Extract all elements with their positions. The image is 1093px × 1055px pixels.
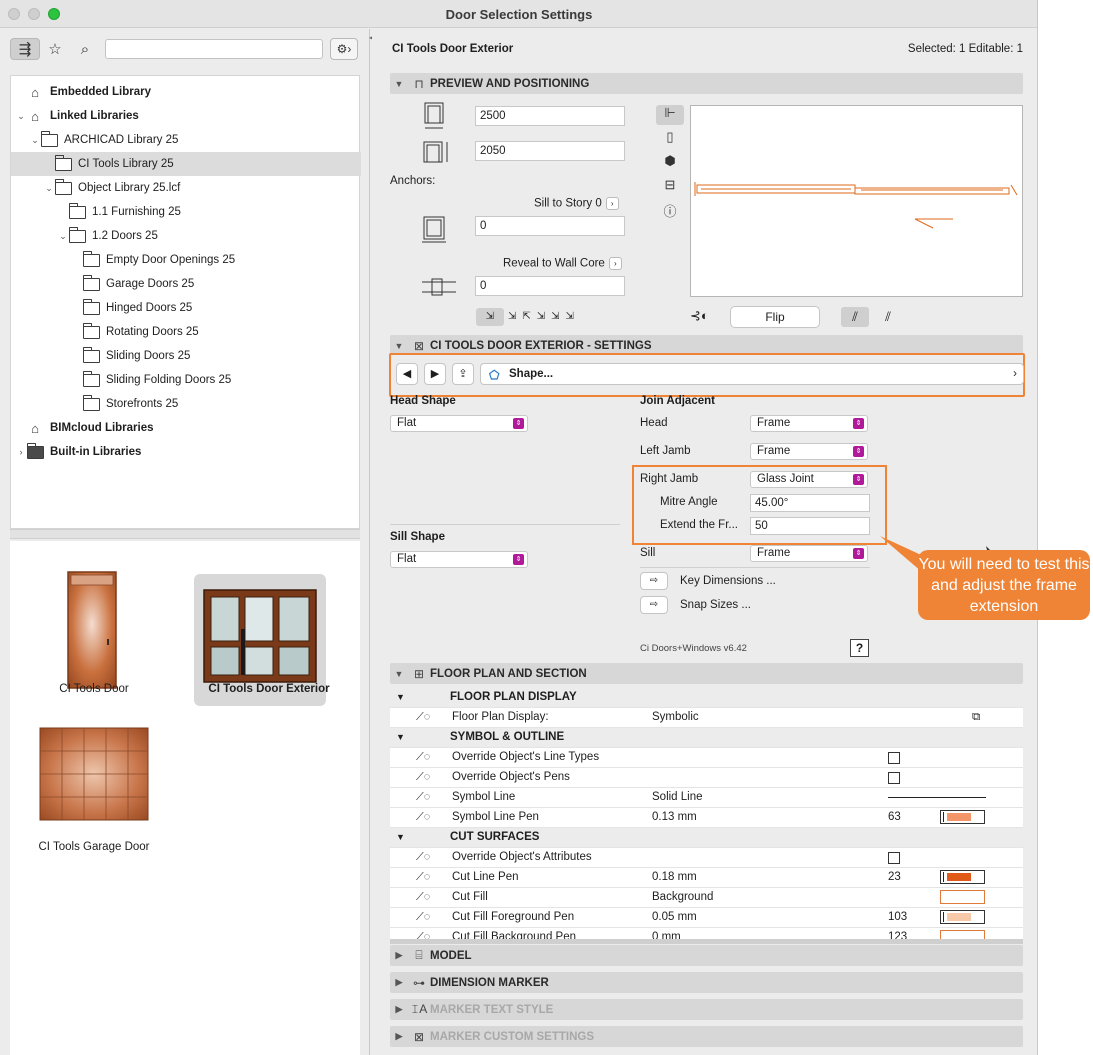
callout-pointer (880, 536, 992, 572)
annotation-callout: You will need to test this and adjust th… (918, 550, 1090, 620)
